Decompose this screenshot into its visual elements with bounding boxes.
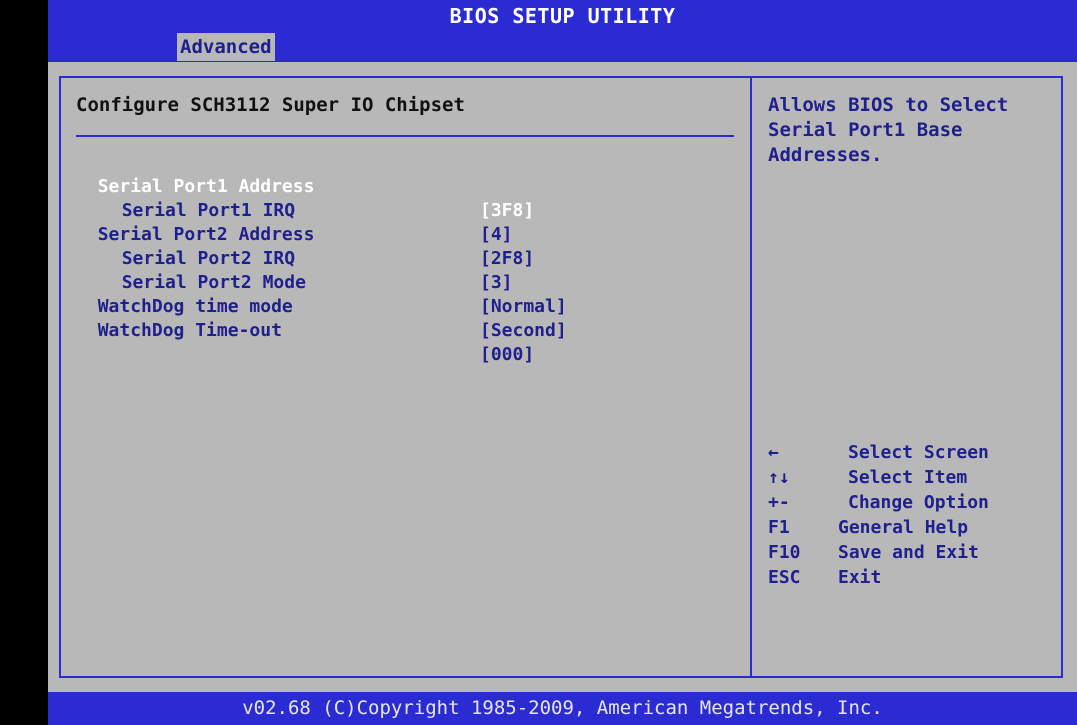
key-description: Save and Exit	[838, 542, 979, 563]
up-down-arrows-icon: ↑↓	[768, 467, 790, 488]
section-title-underline	[76, 135, 734, 137]
setting-serial-port1-address[interactable]: Serial Port1 Address [3F8]	[76, 151, 535, 221]
tab-advanced[interactable]: Advanced	[177, 33, 275, 61]
panel-divider	[750, 76, 752, 678]
key-label: F1	[768, 517, 790, 538]
key-legend-item: F10 Save and Exit	[768, 540, 1058, 565]
key-description: Select Item	[848, 467, 968, 488]
setting-serial-port2-irq[interactable]: Serial Port2 IRQ [3]	[100, 223, 513, 293]
setting-serial-port2-mode[interactable]: Serial Port2 Mode [Normal]	[100, 247, 567, 317]
setting-value[interactable]: [2F8]	[480, 247, 534, 271]
setting-watchdog-time-out[interactable]: WatchDog Time-out [000]	[76, 295, 535, 365]
setting-value[interactable]: [3F8]	[480, 199, 534, 223]
setting-serial-port1-irq[interactable]: Serial Port1 IRQ [4]	[100, 175, 513, 245]
setting-value[interactable]: [Second]	[480, 319, 567, 343]
key-legend-item: +- Change Option	[768, 490, 1058, 515]
key-description: General Help	[838, 517, 969, 538]
key-description: Select Screen	[848, 442, 989, 463]
setting-value[interactable]: [3]	[480, 271, 513, 295]
screen-border-left	[0, 0, 48, 725]
key-label: ESC	[768, 567, 801, 588]
setting-value[interactable]: [Normal]	[480, 295, 567, 319]
bios-title: BIOS SETUP UTILITY	[449, 4, 676, 28]
section-title: Configure SCH3112 Super IO Chipset	[76, 94, 465, 116]
key-description: Exit	[838, 567, 882, 588]
setting-value[interactable]: [000]	[480, 343, 534, 367]
key-legend-item: ↑↓ Select Item	[768, 465, 1058, 490]
setting-watchdog-time-mode[interactable]: WatchDog time mode [Second]	[76, 271, 567, 341]
setting-value[interactable]: [4]	[480, 223, 513, 247]
bios-title-bar: BIOS SETUP UTILITY	[48, 0, 1077, 32]
key-description: Change Option	[848, 492, 989, 513]
key-legend-item: ← Select Screen	[768, 440, 1058, 465]
copyright-text: v02.68 (C)Copyright 1985-2009, American …	[242, 697, 883, 719]
key-label: F10	[768, 542, 801, 563]
help-line: Addresses.	[768, 144, 883, 166]
key-legend-item: ESC Exit	[768, 565, 1058, 590]
menu-bar: Advanced	[48, 32, 1077, 62]
help-line: Serial Port1 Base	[768, 119, 963, 141]
key-legend: ← Select Screen ↑↓ Select Item +- Change…	[768, 440, 1058, 590]
help-text: Allows BIOS to Select Serial Port1 Base …	[768, 93, 1058, 168]
copyright-footer: v02.68 (C)Copyright 1985-2009, American …	[48, 692, 1077, 725]
setting-label: WatchDog Time-out	[97, 320, 282, 341]
plus-minus-icon: +-	[768, 492, 790, 513]
help-line: Allows BIOS to Select	[768, 94, 1009, 116]
left-arrow-icon: ←	[768, 442, 779, 463]
key-legend-item: F1 General Help	[768, 515, 1058, 540]
setting-serial-port2-address[interactable]: Serial Port2 Address [2F8]	[76, 199, 535, 269]
